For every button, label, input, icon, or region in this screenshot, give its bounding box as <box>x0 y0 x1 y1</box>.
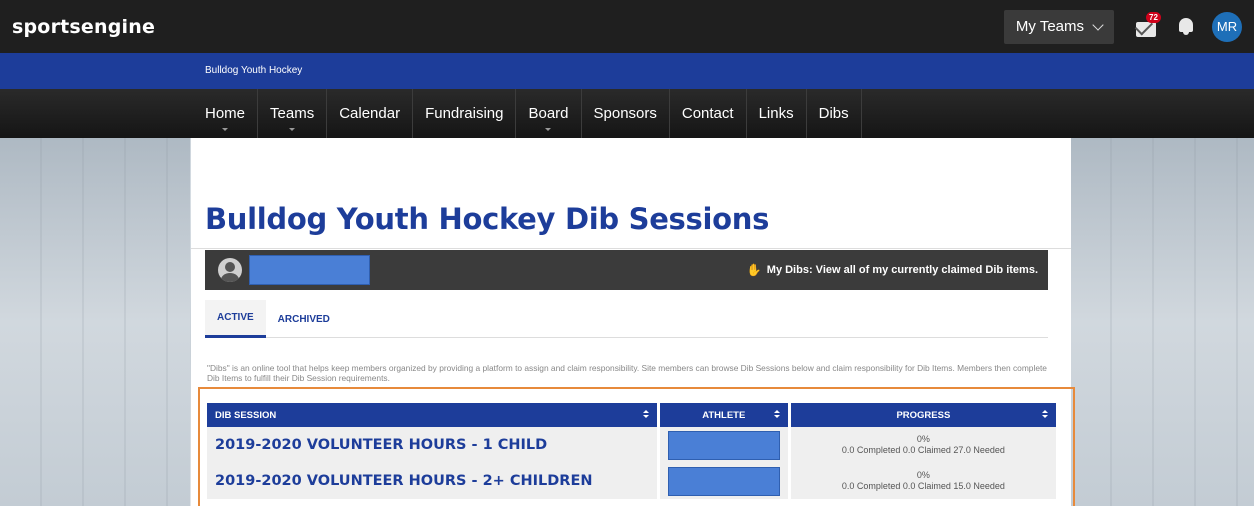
nav-item-label: Board <box>528 105 569 122</box>
nav-item-teams[interactable]: Teams <box>258 89 328 138</box>
nav-item-label: Fundraising <box>425 105 504 122</box>
mail-badge: 72 <box>1146 11 1161 23</box>
header-label: DIB SESSION <box>215 409 277 421</box>
table-row: 2019-2020 VOLUNTEER HOURS - 2+ CHILDREN 0… <box>207 463 1056 499</box>
athlete-cell <box>659 463 788 499</box>
header-label: PROGRESS <box>896 409 951 421</box>
nav-item-label: Dibs <box>818 105 849 122</box>
chevron-down-icon <box>1092 18 1104 31</box>
background-left <box>0 138 190 506</box>
dib-session-cell: 2019-2020 VOLUNTEER HOURS - 2+ CHILDREN <box>207 463 657 499</box>
nav-item-links[interactable]: Links <box>747 89 807 138</box>
user-bar: ✋ My Dibs: View all of my currently clai… <box>205 250 1048 290</box>
redacted-athlete-name <box>667 430 780 460</box>
progress-percent: 0% <box>916 434 930 444</box>
nav-item-calendar[interactable]: Calendar <box>327 89 414 138</box>
table-row: 2019-2020 VOLUNTEER HOURS - 1 CHILD 0% 0.0… <box>207 427 1056 463</box>
column-header-athlete[interactable]: ATHLETE <box>659 403 788 427</box>
sort-icon <box>773 410 780 418</box>
dib-session-link[interactable]: 2019-2020 VOLUNTEER HOURS - 1 CHILD <box>215 437 547 453</box>
sort-icon <box>642 410 649 418</box>
top-right-controls: My Teams 72 MR <box>1003 9 1242 44</box>
nav-item-label: Links <box>758 105 794 122</box>
nav-item-contact[interactable]: Contact <box>670 89 747 138</box>
tab-archived[interactable]: ARCHIVED <box>266 300 342 338</box>
progress-summary: 0.0 Completed 0.0 Claimed 15.0 Needed <box>841 481 1005 491</box>
header-label: ATHLETE <box>702 409 746 421</box>
bell-icon[interactable] <box>1178 17 1194 36</box>
org-name-link[interactable]: Bulldog Youth Hockey <box>205 65 302 76</box>
nav-item-label: Calendar <box>339 105 401 122</box>
nav-item-home[interactable]: Home <box>193 89 259 138</box>
column-header-dib-session[interactable]: DIB SESSION <box>207 403 657 427</box>
dib-session-cell: 2019-2020 VOLUNTEER HOURS - 1 CHILD <box>207 427 657 463</box>
messages-button[interactable]: 72 <box>1136 11 1161 37</box>
column-header-progress[interactable]: PROGRESS <box>790 403 1056 427</box>
nav-item-fundraising[interactable]: Fundraising <box>413 89 517 138</box>
tab-active[interactable]: ACTIVE <box>205 300 266 338</box>
submenu-caret-icon <box>222 128 228 131</box>
mail-icon <box>1136 21 1156 37</box>
hand-icon: ✋ <box>746 263 762 277</box>
page-title: Bulldog Youth Hockey Dib Sessions <box>205 202 770 236</box>
redacted-user-name <box>249 255 370 285</box>
nav-item-label: Contact <box>681 105 734 122</box>
my-teams-label: My Teams <box>1015 18 1084 35</box>
nav-item-label: Teams <box>270 105 315 122</box>
nav-item-sponsors[interactable]: Sponsors <box>582 89 670 138</box>
athlete-cell <box>659 427 788 463</box>
nav-item-board[interactable]: Board <box>516 89 582 138</box>
divider <box>191 248 1071 249</box>
main-nav: Home Teams Calendar Fundraising Board Sponsor… <box>193 89 873 138</box>
dibs-description: "Dibs" is an online tool that helps keep… <box>207 363 1047 383</box>
nav-item-dibs[interactable]: Dibs <box>807 89 862 138</box>
my-dibs-text: My Dibs: View all of my currently claime… <box>766 264 1038 276</box>
dib-session-link[interactable]: 2019-2020 VOLUNTEER HOURS - 2+ CHILDREN <box>215 473 593 489</box>
nav-item-label: Home <box>205 105 246 122</box>
my-dibs-link[interactable]: ✋ My Dibs: View all of my currently clai… <box>747 263 1038 277</box>
submenu-caret-icon <box>545 128 552 131</box>
main-nav-bar: Home Teams Calendar Fundraising Board Sponsor… <box>0 89 1254 138</box>
sportsengine-logo[interactable]: sportsengine <box>12 16 155 38</box>
submenu-caret-icon <box>289 128 296 131</box>
sort-icon <box>1042 410 1048 418</box>
background-right <box>1070 138 1254 506</box>
user-avatar[interactable]: MR <box>1212 11 1242 42</box>
progress-percent: 0% <box>916 470 930 480</box>
progress-cell: 0% 0.0 Completed 0.0 Claimed 27.0 Needed <box>790 427 1056 463</box>
dib-sessions-table: DIB SESSION ATHLETE PROGRESS 2019-2020 V… <box>204 403 1059 499</box>
org-bar: Bulldog Youth Hockey <box>0 53 1254 89</box>
top-bar: sportsengine My Teams 72 MR <box>0 0 1254 53</box>
user-avatar-icon <box>218 258 242 282</box>
nav-item-label: Sponsors <box>593 105 657 122</box>
my-teams-dropdown[interactable]: My Teams <box>1003 9 1114 44</box>
progress-summary: 0.0 Completed 0.0 Claimed 27.0 Needed <box>841 445 1005 455</box>
redacted-athlete-name <box>667 466 780 496</box>
session-tabs: ACTIVE ARCHIVED <box>205 300 1048 338</box>
progress-cell: 0% 0.0 Completed 0.0 Claimed 15.0 Needed <box>790 463 1056 499</box>
